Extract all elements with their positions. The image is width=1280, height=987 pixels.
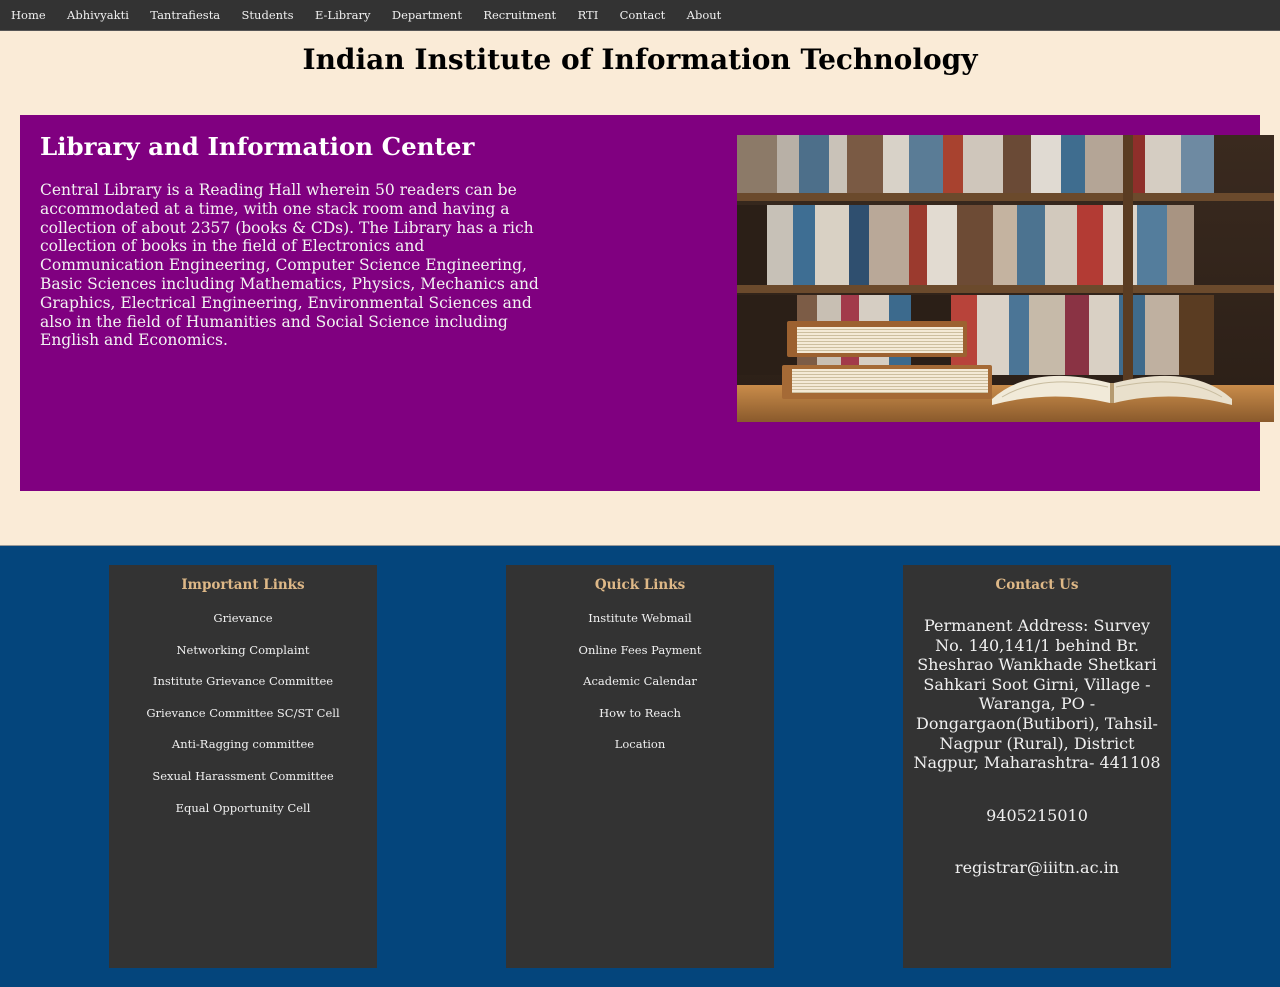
link-equal-opportunity-cell[interactable]: Equal Opportunity Cell xyxy=(109,801,377,833)
nav-item-about[interactable]: About xyxy=(676,0,732,31)
link-grievance[interactable]: Grievance xyxy=(109,611,377,643)
contact-address: Permanent Address: Survey No. 140,141/1 … xyxy=(913,616,1161,773)
nav-menu: Home Abhivyakti Tantrafiesta Students E-… xyxy=(0,0,1280,31)
nav-item-home[interactable]: Home xyxy=(0,0,56,31)
nav-item-recruitment[interactable]: Recruitment xyxy=(473,0,567,31)
link-how-to-reach[interactable]: How to Reach xyxy=(506,706,774,738)
contact-us-card: Contact Us Permanent Address: Survey No.… xyxy=(903,565,1171,968)
link-anti-ragging[interactable]: Anti-Ragging committee xyxy=(109,737,377,769)
shelf-board xyxy=(737,285,1274,293)
page-title: Indian Institute of Information Technolo… xyxy=(302,43,978,76)
link-institute-grievance-committee[interactable]: Institute Grievance Committee xyxy=(109,674,377,706)
link-location[interactable]: Location xyxy=(506,737,774,769)
link-grievance-committee-sc-st[interactable]: Grievance Committee SC/ST Cell xyxy=(109,706,377,738)
important-links-list: Grievance Networking Complaint Institute… xyxy=(109,611,377,832)
link-sexual-harassment-committee[interactable]: Sexual Harassment Committee xyxy=(109,769,377,801)
nav-item-department[interactable]: Department xyxy=(381,0,472,31)
book-pages xyxy=(792,369,988,393)
link-institute-webmail[interactable]: Institute Webmail xyxy=(506,611,774,643)
shelf-board xyxy=(737,193,1274,201)
important-links-card: Important Links Grievance Networking Com… xyxy=(109,565,377,968)
important-links-heading: Important Links xyxy=(181,577,305,593)
bookshelf-photo xyxy=(737,135,1274,422)
nav-item-students[interactable]: Students xyxy=(231,0,304,31)
quick-links-card: Quick Links Institute Webmail Online Fee… xyxy=(506,565,774,968)
nav-item-abhivyakti[interactable]: Abhivyakti xyxy=(56,0,139,31)
contact-us-heading: Contact Us xyxy=(995,577,1079,593)
quick-links-heading: Quick Links xyxy=(594,577,686,593)
quick-links-list: Institute Webmail Online Fees Payment Ac… xyxy=(506,611,774,769)
nav-item-tantrafiesta[interactable]: Tantrafiesta xyxy=(140,0,231,31)
shelf-row-middle xyxy=(737,205,1274,285)
link-online-fees-payment[interactable]: Online Fees Payment xyxy=(506,643,774,675)
book-pages xyxy=(797,327,963,353)
library-heading: Library and Information Center xyxy=(40,132,475,161)
contact-email[interactable]: registrar@iiitn.ac.in xyxy=(903,858,1171,878)
nav-item-contact[interactable]: Contact xyxy=(609,0,676,31)
library-description: Central Library is a Reading Hall wherei… xyxy=(40,181,539,350)
contact-phone[interactable]: 9405215010 xyxy=(903,806,1171,826)
link-networking-complaint[interactable]: Networking Complaint xyxy=(109,643,377,675)
nav-item-e-library[interactable]: E-Library xyxy=(304,0,381,31)
footer: Important Links Grievance Networking Com… xyxy=(0,545,1280,987)
open-book xyxy=(992,375,1232,405)
top-navbar: Home Abhivyakti Tantrafiesta Students E-… xyxy=(0,0,1280,31)
nav-item-rti[interactable]: RTI xyxy=(567,0,609,31)
shelf-row-top xyxy=(737,135,1274,195)
link-academic-calendar[interactable]: Academic Calendar xyxy=(506,674,774,706)
